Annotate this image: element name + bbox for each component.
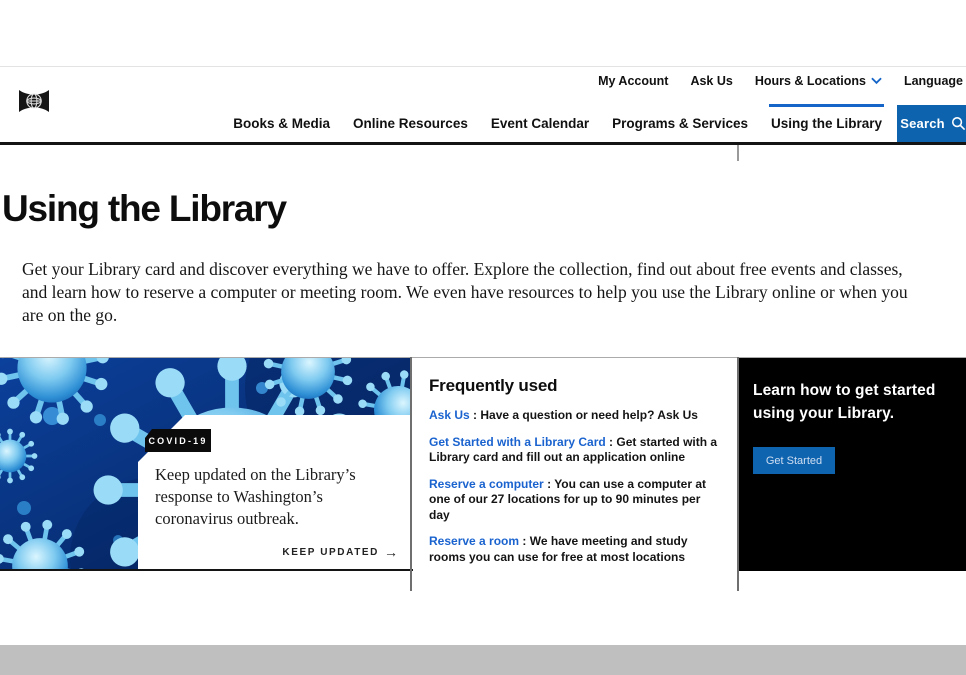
covid-badge: COVID-19 [145,429,211,452]
footer-band [0,645,966,675]
nav-event-calendar-label: Event Calendar [491,116,589,131]
list-item: Reserve a computer : You can use a compu… [429,477,723,524]
search-button-label: Search [900,116,945,131]
intro-line: Get your Library card and discover every… [22,258,958,281]
get-started-panel: Learn how to get started using your Libr… [739,358,966,571]
list-item: Ask Us : Have a question or need help? A… [429,408,723,424]
search-icon [951,116,966,131]
frequently-used-section: Frequently used Ask Us : Have a question… [413,358,737,571]
nav-online-resources[interactable]: Online Resources [353,114,468,141]
arrow-right-icon: → [384,544,398,560]
separator: : [470,408,481,422]
nav-using-the-library[interactable]: Using the Library [771,114,882,141]
nav-my-account-label: My Account [598,74,668,88]
covid-message-line: response to Washington’s [155,486,356,508]
main-nav: Books & Media Online Resources Event Cal… [233,114,882,141]
nav-language[interactable]: Language [904,74,963,88]
nav-pointer-line [737,145,739,161]
get-started-heading-line: Learn how to get started [753,379,951,402]
search-button[interactable]: Search [897,105,966,142]
feature-band: Keep updated on the Library’s response t… [0,358,966,571]
frequently-used-heading: Frequently used [429,376,723,396]
keep-updated-label: KEEP UPDATED [282,547,379,558]
get-started-heading-line: using your Library. [753,402,951,425]
nav-online-resources-label: Online Resources [353,116,468,131]
active-tab-indicator [769,104,884,107]
utility-nav: My Account Ask Us Hours & Locations Lang… [598,74,963,88]
nav-hours-locations-label: Hours & Locations [755,74,866,88]
top-divider [0,66,966,67]
nav-books-media-label: Books & Media [233,116,330,131]
library-logo-icon[interactable] [17,85,51,119]
nav-language-label: Language [904,74,963,88]
get-started-button-label: Get Started [766,455,822,467]
library-card-link[interactable]: Get Started with a Library Card [429,435,606,449]
intro-line: and learn how to reserve a computer or m… [22,281,958,304]
nav-hours-locations[interactable]: Hours & Locations [755,74,882,88]
nav-ask-us-label: Ask Us [690,74,732,88]
library-website-page: My Account Ask Us Hours & Locations Lang… [0,0,966,675]
item-description: Have a question or need help? Ask Us [480,408,698,422]
section-divider [410,357,412,591]
covid-message-line: Keep updated on the Library’s [155,464,356,486]
nav-programs-services[interactable]: Programs & Services [612,114,748,141]
nav-ask-us[interactable]: Ask Us [690,74,732,88]
nav-using-the-library-label: Using the Library [771,116,882,131]
separator: : [519,534,530,548]
list-item: Reserve a room : We have meeting and stu… [429,534,723,565]
list-item: Get Started with a Library Card : Get st… [429,435,723,466]
chevron-down-icon [871,77,882,85]
nav-event-calendar[interactable]: Event Calendar [491,114,589,141]
nav-books-media[interactable]: Books & Media [233,114,330,141]
covid-badge-label: COVID-19 [148,436,207,446]
intro-paragraph: Get your Library card and discover every… [22,258,958,327]
separator: : [606,435,617,449]
get-started-heading: Learn how to get started using your Libr… [753,379,951,425]
reserve-computer-link[interactable]: Reserve a computer [429,477,544,491]
ask-us-link[interactable]: Ask Us [429,408,470,422]
get-started-button[interactable]: Get Started [753,447,835,474]
intro-line: are on the go. [22,304,958,327]
covid-message: Keep updated on the Library’s response t… [155,464,356,530]
page-title: Using the Library [2,188,286,230]
section-divider [737,357,739,591]
covid-message-line: coronavirus outbreak. [155,508,356,530]
nav-programs-services-label: Programs & Services [612,116,748,131]
separator: : [544,477,554,491]
keep-updated-link[interactable]: KEEP UPDATED → [282,544,398,560]
nav-my-account[interactable]: My Account [598,74,668,88]
reserve-room-link[interactable]: Reserve a room [429,534,519,548]
header-bottom-border [0,142,966,145]
